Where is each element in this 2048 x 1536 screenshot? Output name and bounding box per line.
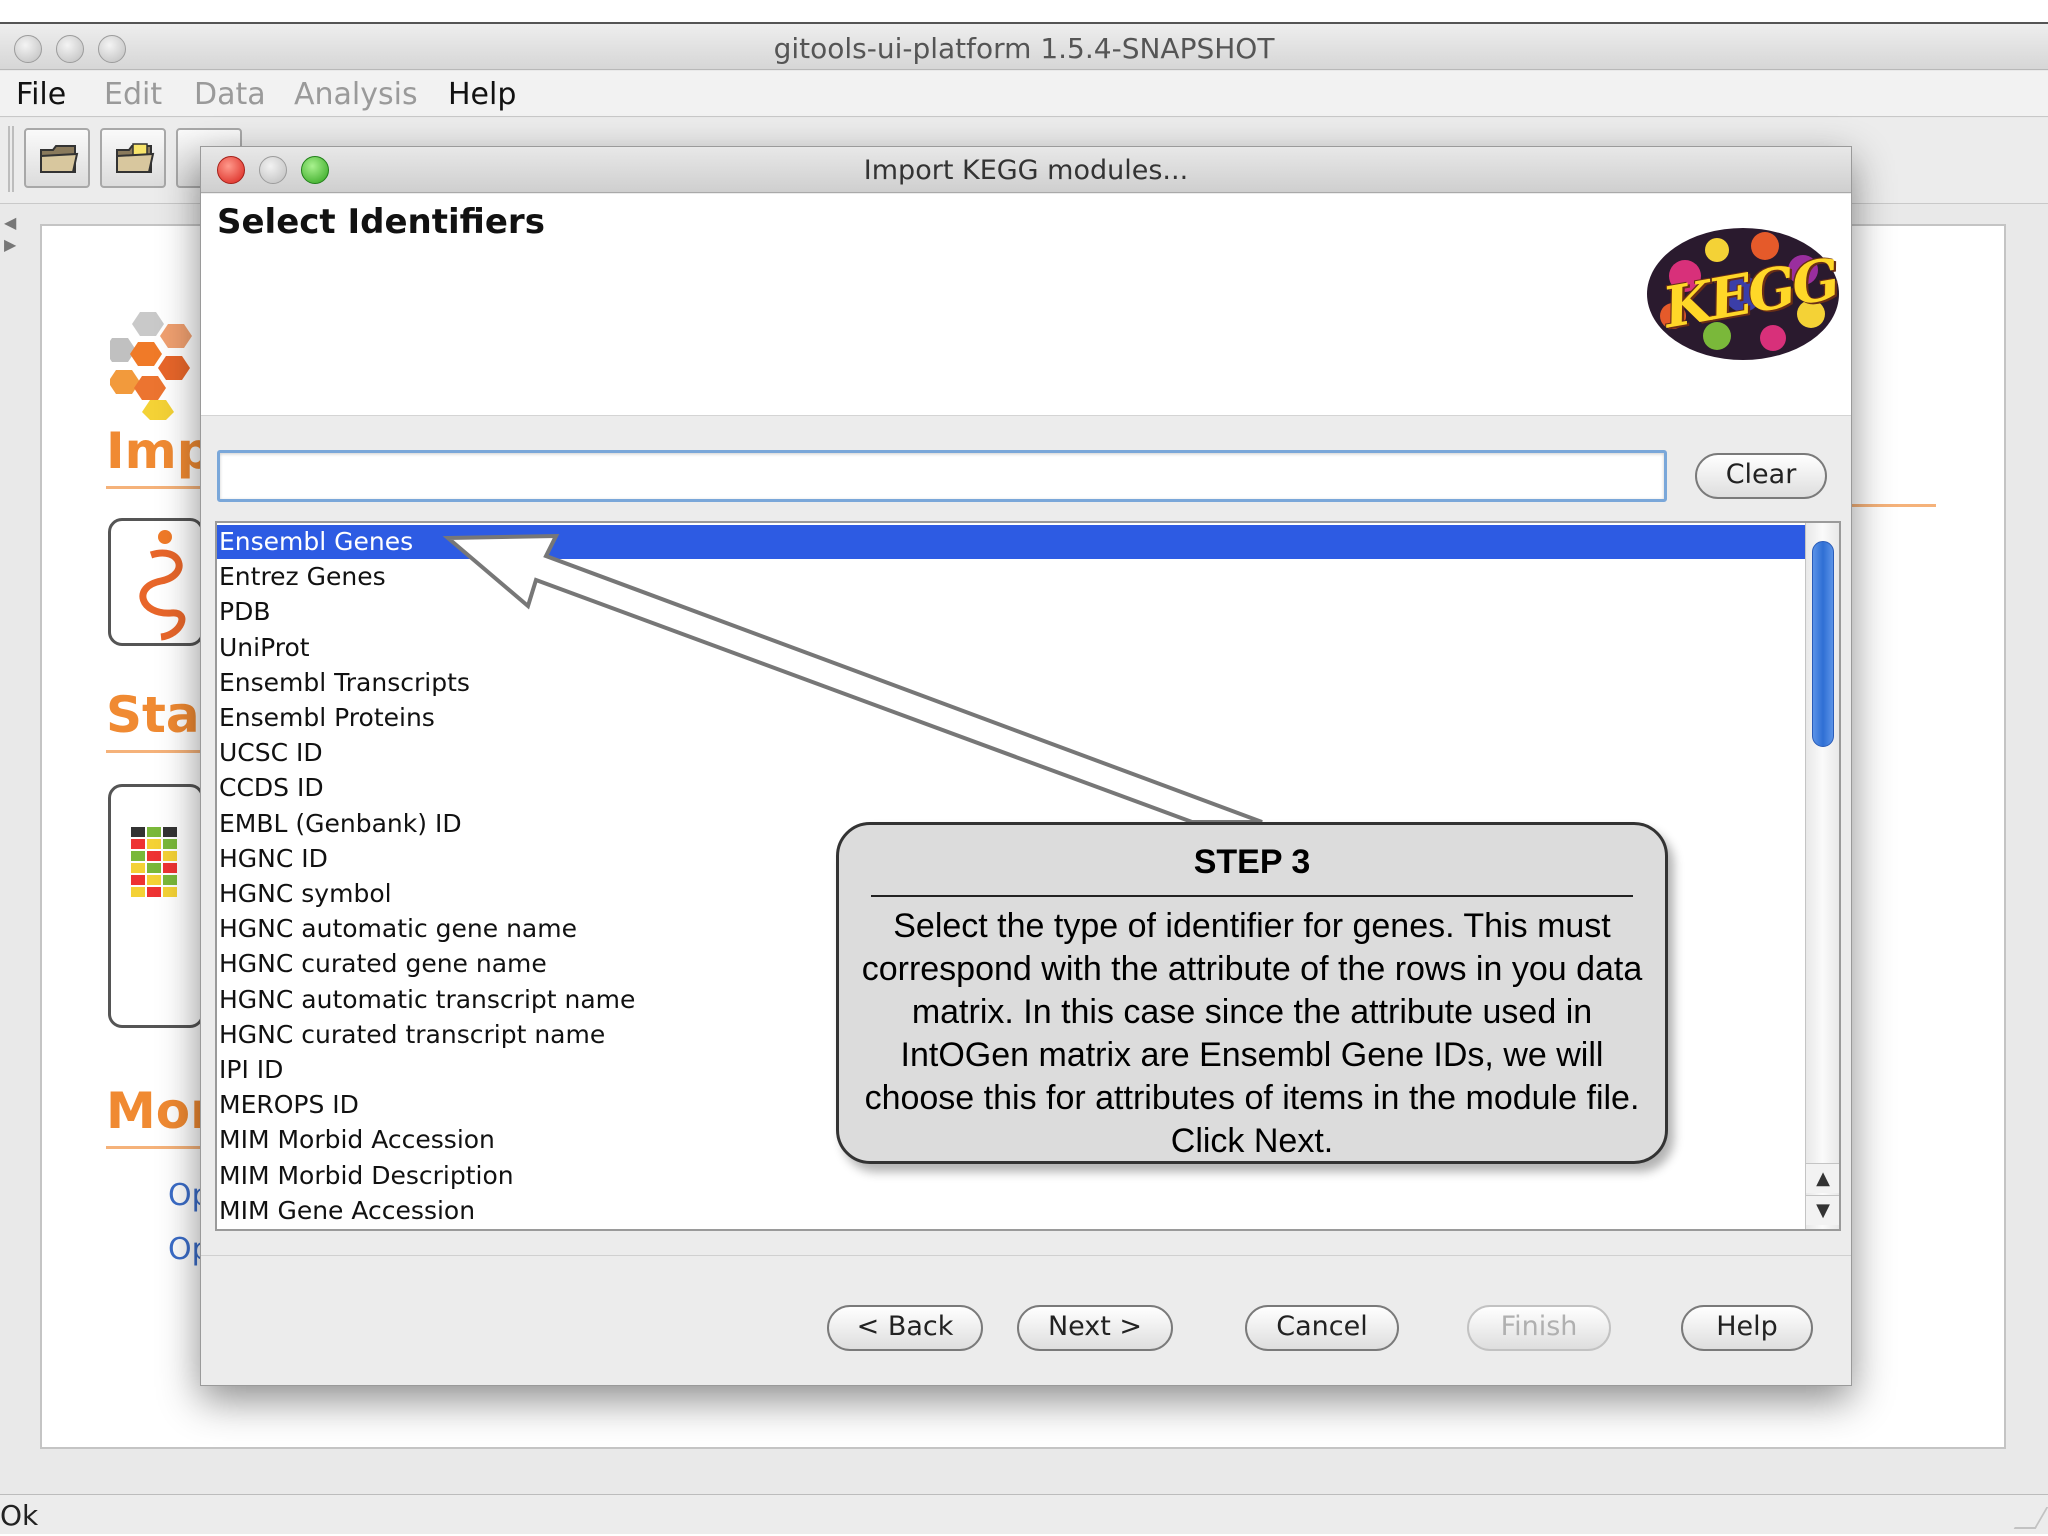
back-button[interactable]: < Back <box>827 1305 983 1351</box>
list-item[interactable]: Ensembl Genes <box>217 525 1807 559</box>
scroll-down-button[interactable]: ▼ <box>1806 1195 1839 1225</box>
list-item[interactable]: PDB <box>217 595 1807 629</box>
list-item[interactable]: MIM Gene Accession <box>217 1194 1807 1228</box>
menu-file[interactable]: File <box>16 77 66 112</box>
menu-analysis[interactable]: Analysis <box>294 77 418 112</box>
toolbar-grip[interactable] <box>8 126 14 192</box>
step-callout: STEP 3 Select the type of identifier for… <box>836 822 1668 1164</box>
more-heading: Mor <box>106 1082 215 1140</box>
heatmap-icon <box>131 827 177 897</box>
open-file-button[interactable] <box>100 128 166 188</box>
list-item[interactable]: Ensembl Transcripts <box>217 666 1807 700</box>
menu-help[interactable]: Help <box>448 77 516 112</box>
menubar: File Edit Data Analysis Help <box>0 71 2048 117</box>
list-item[interactable]: Ensembl Proteins <box>217 701 1807 735</box>
callout-divider <box>871 895 1633 897</box>
more-heading-line <box>106 1146 202 1149</box>
import-heading-line <box>106 486 202 489</box>
status-bar: Ok <box>0 1494 2048 1534</box>
folder-file-icon <box>116 143 155 173</box>
callout-body: Select the type of identifier for genes.… <box>861 907 1643 1160</box>
menu-edit[interactable]: Edit <box>104 77 162 112</box>
folder-open-icon <box>40 145 79 173</box>
filter-input[interactable] <box>217 450 1667 502</box>
menu-data[interactable]: Data <box>194 77 266 112</box>
kegg-logo: KEGG <box>1645 226 1842 362</box>
side-arrows[interactable]: ◀ ▶ <box>4 212 16 256</box>
enrichment-card[interactable] <box>108 784 204 1028</box>
open-folder-button[interactable] <box>24 128 90 188</box>
gitools-logo-icon <box>110 312 192 420</box>
list-item[interactable]: CCDS ID <box>217 771 1807 805</box>
window-title: gitools-ui-platform 1.5.4-SNAPSHOT <box>773 32 1275 65</box>
import-kegg-dialog: Import KEGG modules... Select Identifier… <box>200 146 1852 1386</box>
import-card[interactable] <box>108 518 204 646</box>
scroll-thumb[interactable] <box>1812 541 1834 747</box>
dialog-title: Import KEGG modules... <box>863 155 1189 186</box>
main-titlebar: gitools-ui-platform 1.5.4-SNAPSHOT <box>0 24 2048 70</box>
list-item[interactable]: UCSC ID <box>217 736 1807 770</box>
help-button[interactable]: Help <box>1681 1305 1813 1351</box>
page-title: Select Identifiers <box>217 202 545 242</box>
next-button[interactable]: Next > <box>1017 1305 1173 1351</box>
callout-title: STEP 3 <box>1193 843 1311 881</box>
list-scrollbar[interactable]: ▲ ▼ <box>1805 523 1839 1229</box>
start-heading-line <box>106 750 202 753</box>
module-icon <box>139 530 186 641</box>
import-heading: Imp <box>106 422 213 480</box>
heading-underline <box>1850 504 1936 507</box>
clear-button[interactable]: Clear <box>1695 453 1827 499</box>
resize-grip[interactable] <box>2013 1507 2048 1529</box>
scroll-up-button[interactable]: ▲ <box>1806 1163 1839 1193</box>
footer-separator <box>201 1255 1851 1256</box>
dialog-header: Select Identifiers KEGG <box>201 194 1851 416</box>
status-text: Ok <box>0 1499 39 1532</box>
cancel-button[interactable]: Cancel <box>1245 1305 1399 1351</box>
dialog-titlebar[interactable]: Import KEGG modules... <box>201 147 1851 193</box>
finish-button[interactable]: Finish <box>1467 1305 1611 1351</box>
list-item[interactable]: Entrez Genes <box>217 560 1807 594</box>
list-item[interactable]: UniProt <box>217 631 1807 665</box>
